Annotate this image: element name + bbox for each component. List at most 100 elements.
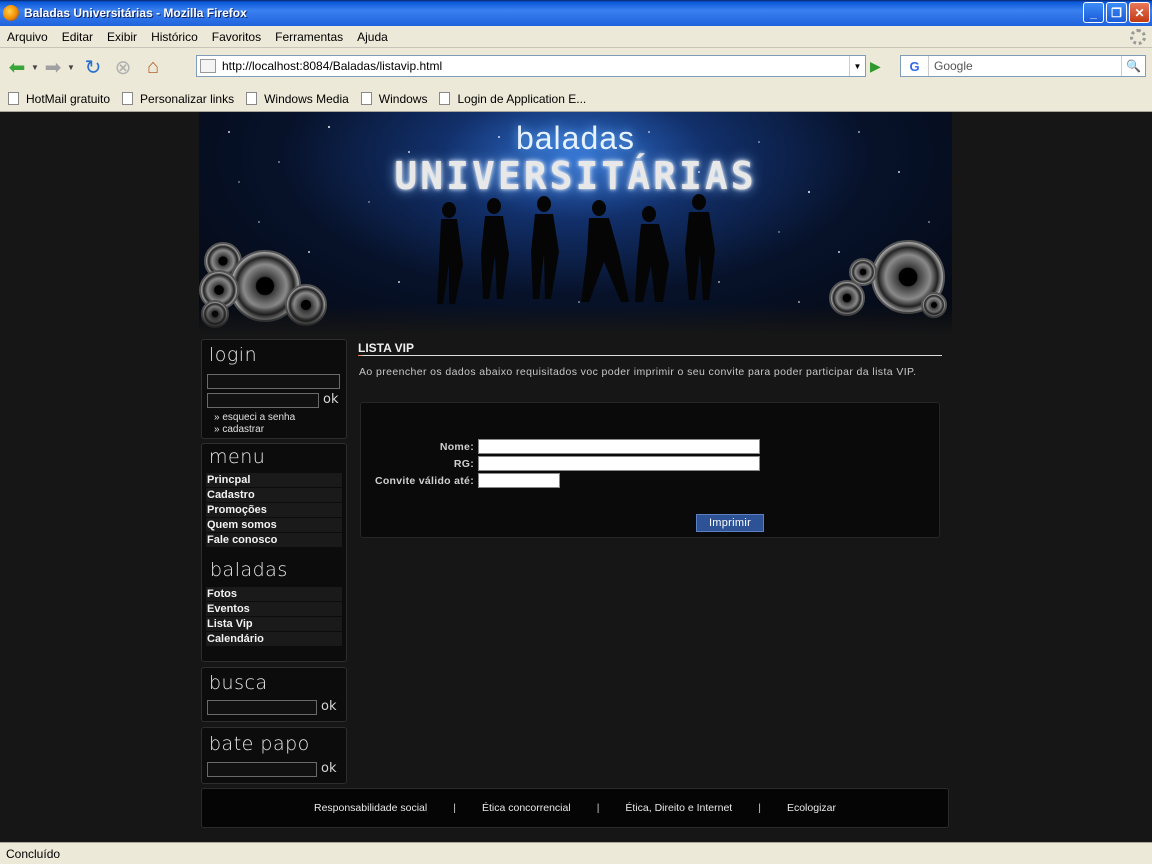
login-title: login [209, 344, 258, 366]
login-box: login ok » esqueci a senha » cadastrar [201, 339, 347, 439]
menu-item-eventos[interactable]: Eventos [206, 602, 342, 616]
register-link[interactable]: » cadastrar [214, 424, 264, 435]
menu-ajuda[interactable]: Ajuda [350, 30, 395, 44]
bookmark-hotmail[interactable]: HotMail gratuito [8, 92, 110, 106]
menu-item-promocoes[interactable]: Promoções [206, 503, 342, 517]
bookmark-label: Windows [378, 91, 428, 106]
search-box: busca ok [201, 667, 347, 722]
login-username-input[interactable] [207, 374, 340, 389]
name-input[interactable] [478, 439, 760, 454]
menu-historico[interactable]: Histórico [144, 30, 205, 44]
menu-bar: Arquivo Editar Exibir Histórico Favorito… [0, 26, 1152, 48]
page-description: Ao preencher os dados abaixo requisitado… [359, 366, 917, 378]
bookmark-login-application[interactable]: Login de Application E... [439, 92, 586, 106]
valid-until-input[interactable] [478, 473, 560, 488]
title-divider [358, 355, 942, 356]
menu-item-calendario[interactable]: Calendário [206, 632, 342, 646]
menu-box: menu Princpal Cadastro Promoções Quem so… [201, 443, 347, 662]
chat-ok-button[interactable]: ok [321, 761, 336, 776]
status-bar: Concluído [0, 842, 1152, 864]
forgot-password-link[interactable]: » esqueci a senha [214, 412, 295, 423]
bookmark-windows-media[interactable]: Windows Media [246, 92, 349, 106]
busca-title: busca [209, 672, 268, 694]
home-icon[interactable]: ⌂ [140, 54, 166, 80]
address-url[interactable]: http://localhost:8084/Baladas/listavip.h… [222, 59, 442, 73]
back-arrow-icon[interactable]: ⬅ [4, 54, 30, 80]
forward-history-dropdown-icon[interactable]: ▼ [66, 63, 76, 72]
bookmark-label: Login de Application E... [457, 91, 587, 106]
window-title: Baladas Universitárias - Mozilla Firefox [24, 6, 247, 20]
menu-arquivo[interactable]: Arquivo [0, 30, 55, 44]
search-engine-selector[interactable]: G [901, 56, 929, 76]
rg-label: RG: [453, 458, 474, 470]
menu-title: menu [209, 446, 266, 468]
status-text: Concluído [6, 846, 61, 861]
dancers-silhouette [437, 194, 715, 304]
page-icon [246, 92, 258, 105]
site-banner: baladas UNIVERSITÁRIAS [199, 112, 952, 334]
menu-item-quem-somos[interactable]: Quem somos [206, 518, 342, 532]
stop-icon[interactable]: ⊗ [110, 54, 136, 80]
login-password-input[interactable] [207, 393, 319, 408]
menu-exibir[interactable]: Exibir [100, 30, 144, 44]
page-viewport: baladas UNIVERSITÁRIAS login ok » esquec… [0, 112, 1152, 842]
page-favicon-icon [200, 59, 216, 73]
page-icon [8, 92, 19, 105]
name-label: Nome: [439, 441, 474, 453]
bookmark-personalizar-links[interactable]: Personalizar links [122, 92, 234, 106]
search-bar[interactable]: G Google 🔍 [900, 55, 1146, 77]
close-button[interactable]: ✕ [1129, 2, 1150, 23]
site-container: baladas UNIVERSITÁRIAS login ok » esquec… [199, 112, 953, 842]
menu-item-fale-conosco[interactable]: Fale conosco [206, 533, 342, 547]
menu-item-principal[interactable]: Princpal [206, 473, 342, 487]
banner-fade [199, 304, 952, 334]
menu-ferramentas[interactable]: Ferramentas [268, 30, 350, 44]
reload-icon[interactable]: ↻ [80, 54, 106, 80]
maximize-button[interactable]: ❐ [1106, 2, 1127, 23]
site-search-input[interactable] [207, 700, 317, 715]
page-icon [122, 92, 134, 105]
bookmark-label: Personalizar links [140, 91, 235, 106]
footer-separator: | [596, 802, 600, 814]
chat-box: bate papo ok [201, 727, 347, 784]
footer-link-responsabilidade-social[interactable]: Responsabilidade social [314, 802, 427, 814]
rg-input[interactable] [478, 456, 760, 471]
page-icon [360, 92, 372, 105]
menu-editar[interactable]: Editar [55, 30, 100, 44]
search-input[interactable]: Google [934, 59, 1121, 73]
login-ok-button[interactable]: ok [323, 392, 338, 407]
chat-title: bate papo [209, 733, 310, 755]
print-button[interactable]: Imprimir [696, 514, 764, 532]
forward-arrow-icon[interactable]: ➡ [40, 54, 66, 80]
search-magnifier-icon[interactable]: 🔍 [1121, 56, 1145, 76]
footer-link-etica-direito-internet[interactable]: Ética, Direito e Internet [625, 802, 732, 814]
site-search-ok-button[interactable]: ok [321, 699, 336, 714]
throbber-icon [1130, 29, 1146, 45]
window-titlebar: Baladas Universitárias - Mozilla Firefox… [0, 0, 1152, 26]
page-title: LISTA VIP [358, 341, 415, 355]
menu-item-lista-vip[interactable]: Lista Vip [206, 617, 342, 631]
url-history-dropdown-icon[interactable]: ▼ [849, 56, 865, 76]
go-arrow-icon[interactable]: ▶ [870, 58, 888, 76]
footer-separator: | [758, 802, 761, 814]
menu-favoritos[interactable]: Favoritos [205, 30, 268, 44]
brand-logo-top: baladas [515, 120, 636, 156]
minimize-button[interactable]: _ [1083, 2, 1104, 23]
footer-link-ecologizar[interactable]: Ecologizar [787, 802, 836, 814]
navigation-toolbar: ⬅ ▼ ➡ ▼ ↻ ⊗ ⌂ http://localhost:8084/Bala… [0, 48, 1152, 86]
footer-separator: | [453, 802, 456, 814]
bookmark-windows[interactable]: Windows [360, 91, 428, 106]
footer-link-etica-concorrencial[interactable]: Ética concorrencial [482, 802, 571, 814]
back-history-dropdown-icon[interactable]: ▼ [30, 63, 40, 72]
site-footer: Responsabilidade social | Ética concorre… [201, 788, 949, 828]
menu-item-fotos[interactable]: Fotos [206, 587, 342, 601]
baladas-title: baladas [210, 559, 288, 581]
vip-form: Nome: RG: Convite válido até: Imprimir [360, 402, 940, 538]
bookmarks-toolbar: HotMail gratuito Personalizar links Wind… [0, 86, 1152, 112]
address-bar[interactable]: http://localhost:8084/Baladas/listavip.h… [196, 55, 866, 77]
firefox-logo-icon [3, 5, 19, 21]
brand-logo-main: UNIVERSITÁRIAS [394, 154, 757, 198]
bookmark-label: HotMail gratuito [26, 91, 111, 106]
menu-item-cadastro[interactable]: Cadastro [206, 488, 342, 502]
chat-input[interactable] [207, 762, 317, 777]
